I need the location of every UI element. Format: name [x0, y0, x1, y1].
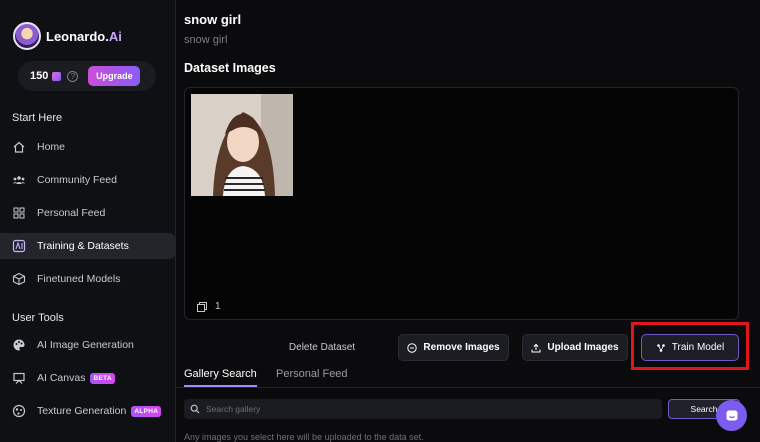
image-count: 1 [197, 301, 221, 312]
brand-logo-icon [13, 22, 41, 50]
sidebar-item-training-datasets[interactable]: Training & Datasets [0, 233, 175, 259]
beta-badge: BETA [90, 372, 115, 384]
alpha-badge: ALPHA [131, 405, 162, 417]
dataset-images-panel: 1 [184, 87, 739, 320]
minus-circle-icon [407, 342, 418, 353]
search-icon [190, 404, 200, 414]
sidebar-item-texture-generation[interactable]: Texture Generation ALPHA [0, 398, 176, 424]
upload-icon [531, 343, 541, 352]
tab-personal-feed[interactable]: Personal Feed [276, 368, 348, 385]
tab-gallery-search[interactable]: Gallery Search [184, 368, 257, 387]
sidebar-item-community-feed[interactable]: Community Feed [0, 167, 176, 193]
dataset-image-thumbnail[interactable] [191, 94, 293, 196]
community-icon [12, 173, 26, 187]
images-stack-icon [197, 301, 207, 312]
dataset-images-heading: Dataset Images [184, 61, 276, 75]
help-icon[interactable]: ? [67, 70, 79, 82]
search-hint: Any images you select here will be uploa… [184, 432, 424, 442]
token-icon [52, 71, 62, 81]
grid-icon [12, 206, 26, 220]
brand-name: Leonardo.Ai [46, 28, 122, 44]
gallery-tabs: Gallery Search Personal Feed [176, 366, 760, 388]
sidebar-item-ai-image-generation[interactable]: AI Image Generation [0, 332, 176, 358]
palette-icon [12, 338, 26, 352]
credits-pill: 150 ? Upgrade [18, 61, 156, 91]
dataset-description: snow girl [184, 34, 228, 46]
sidebar-item-finetuned-models[interactable]: Finetuned Models [0, 266, 176, 292]
brand[interactable]: Leonardo.Ai [13, 22, 122, 50]
canvas-icon [12, 371, 26, 385]
sidebar-item-home[interactable]: Home [0, 134, 176, 160]
main-content: snow girl snow girl Dataset Images 1 Del… [176, 0, 760, 442]
user-tools-label: User Tools [12, 312, 64, 324]
upload-images-button[interactable]: Upload Images [522, 334, 628, 361]
cube-icon [12, 272, 26, 286]
remove-images-button[interactable]: Remove Images [398, 334, 509, 361]
gallery-search-bar [184, 399, 662, 419]
train-model-highlight [631, 322, 749, 370]
credit-count: 150 [30, 70, 49, 82]
sidebar-item-ai-canvas[interactable]: AI Canvas BETA [0, 365, 176, 391]
training-icon [12, 239, 26, 253]
sidebar-item-personal-feed[interactable]: Personal Feed [0, 200, 176, 226]
search-input[interactable] [206, 404, 646, 414]
chat-support-button[interactable] [716, 400, 747, 431]
upgrade-button[interactable]: Upgrade [88, 66, 141, 86]
sidebar: Leonardo.Ai 150 ? Upgrade Start Here Hom… [0, 0, 176, 442]
chat-icon [726, 410, 737, 420]
texture-icon [12, 404, 26, 418]
delete-dataset-button[interactable]: Delete Dataset [276, 334, 368, 361]
start-here-label: Start Here [12, 112, 63, 124]
dataset-title: snow girl [184, 12, 242, 27]
home-icon [12, 140, 26, 154]
